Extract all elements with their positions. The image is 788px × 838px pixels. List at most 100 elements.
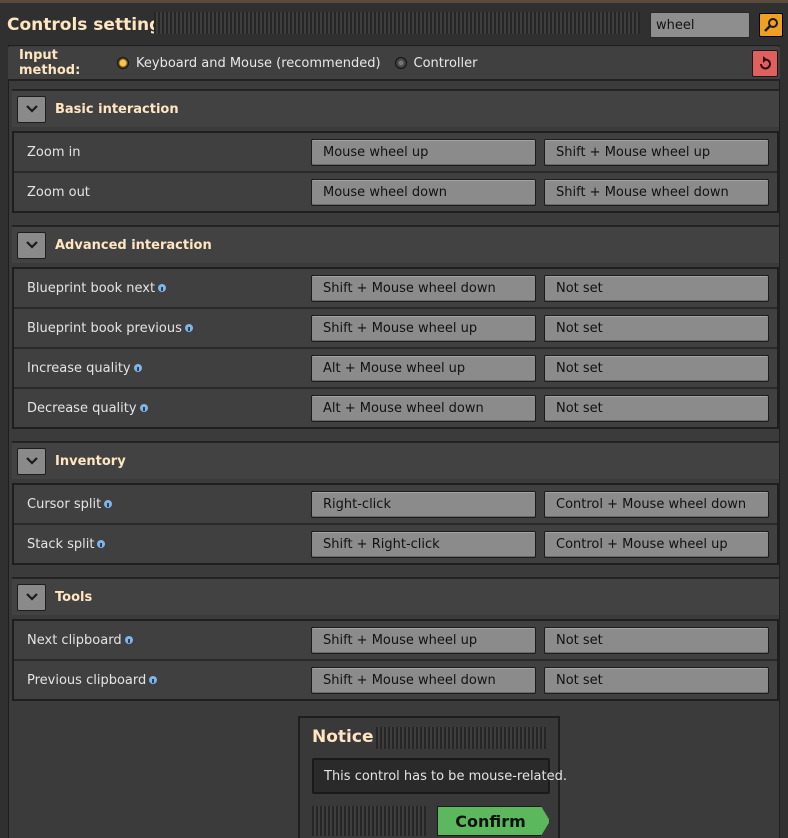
chevron-down-icon (25, 457, 38, 465)
section-title: Tools (55, 589, 93, 605)
secondary-binding-button[interactable]: Control + Mouse wheel down (544, 490, 769, 518)
secondary-binding-button[interactable]: Not set (544, 314, 769, 342)
binding-row: Decrease quality Alt + Mouse wheel down … (14, 389, 777, 427)
primary-binding-button[interactable]: Shift + Mouse wheel up (311, 314, 536, 342)
binding-list: Next clipboard Shift + Mouse wheel up No… (12, 619, 779, 701)
info-icon[interactable] (97, 540, 106, 548)
info-icon[interactable] (133, 364, 142, 372)
binding-label: Next clipboard (14, 633, 133, 648)
binding-label-text: Stack split (27, 536, 95, 552)
binding-label-text: Blueprint book next (27, 280, 156, 296)
confirm-button[interactable]: Confirm (437, 806, 550, 836)
primary-binding-button[interactable]: Mouse wheel down (311, 178, 536, 206)
binding-label-text: Zoom out (27, 184, 90, 200)
binding-row: Previous clipboard Shift + Mouse wheel d… (14, 661, 777, 699)
section-basic-interaction: Basic interaction Zoom in Mouse wheel up… (12, 89, 779, 213)
search-button[interactable] (759, 13, 783, 37)
info-icon[interactable] (158, 284, 167, 292)
input-method-label: Input method: (19, 48, 81, 78)
binding-label: Decrease quality (14, 401, 148, 416)
title-drag-handle[interactable] (154, 12, 640, 34)
secondary-binding-button[interactable]: Not set (544, 394, 769, 422)
info-icon[interactable] (149, 676, 158, 684)
section-title: Inventory (55, 453, 126, 469)
reset-button[interactable] (752, 50, 778, 77)
radio-controller[interactable] (394, 57, 407, 69)
section-inventory: Inventory Cursor split Right-click Contr… (12, 441, 779, 565)
binding-label: Zoom in (14, 145, 80, 160)
binding-list: Zoom in Mouse wheel up Shift + Mouse whe… (12, 131, 779, 213)
binding-label: Stack split (14, 536, 106, 552)
collapse-button[interactable] (17, 95, 46, 123)
secondary-binding-button[interactable]: Shift + Mouse wheel down (544, 178, 769, 206)
notice-title: Notice (312, 727, 374, 747)
binding-label-text: Next clipboard (27, 632, 122, 648)
primary-binding-button[interactable]: Shift + Mouse wheel up (311, 626, 536, 654)
magnifier-icon (764, 18, 778, 32)
binding-list: Cursor split Right-click Control + Mouse… (12, 483, 779, 565)
collapse-button[interactable] (17, 231, 46, 259)
binding-label-text: Cursor split (27, 496, 102, 512)
binding-row: Next clipboard Shift + Mouse wheel up No… (14, 621, 777, 661)
binding-label-text: Previous clipboard (27, 672, 147, 688)
secondary-binding-button[interactable]: Not set (544, 354, 769, 382)
info-icon[interactable] (184, 324, 193, 332)
binding-row: Stack split Shift + Right-click Control … (14, 525, 777, 563)
section-header: Tools (12, 577, 779, 615)
collapse-button[interactable] (17, 583, 46, 611)
binding-label-text: Zoom in (27, 144, 81, 160)
binding-row: Cursor split Right-click Control + Mouse… (14, 485, 777, 525)
primary-binding-button[interactable]: Alt + Mouse wheel up (311, 354, 536, 382)
primary-binding-button[interactable]: Shift + Mouse wheel down (311, 274, 536, 302)
binding-label: Zoom out (14, 185, 90, 200)
radio-keyboard-mouse[interactable] (117, 57, 129, 69)
binding-label: Blueprint book previous (14, 321, 193, 336)
secondary-binding-button[interactable]: Not set (544, 626, 769, 654)
section-title: Basic interaction (55, 101, 179, 117)
info-icon[interactable] (124, 636, 133, 644)
section-header: Basic interaction (12, 89, 779, 127)
binding-label-text: Decrease quality (27, 400, 137, 416)
binding-label: Blueprint book next (14, 280, 167, 296)
secondary-binding-button[interactable]: Not set (544, 666, 769, 694)
secondary-binding-button[interactable]: Shift + Mouse wheel up (544, 138, 769, 166)
primary-binding-button[interactable]: Shift + Right-click (311, 530, 536, 558)
notice-footer-drag-handle[interactable] (312, 806, 426, 836)
section-tools: Tools Next clipboard Shift + Mouse wheel… (12, 577, 779, 701)
controls-settings-window: Controls settings Input method: Keyboard… (0, 0, 788, 838)
primary-binding-button[interactable]: Right-click (311, 490, 536, 518)
radio-keyboard-mouse-label[interactable]: Keyboard and Mouse (recommended) (136, 56, 381, 71)
binding-label-text: Blueprint book previous (27, 320, 182, 336)
info-icon[interactable] (139, 404, 148, 412)
binding-row: Zoom out Mouse wheel down Shift + Mouse … (14, 173, 777, 211)
radio-controller-label[interactable]: Controller (414, 56, 478, 71)
binding-label: Previous clipboard (14, 672, 158, 688)
notice-message: This control has to be mouse-related. (312, 758, 567, 794)
notice-dialog: Notice This control has to be mouse-rela… (298, 716, 567, 838)
primary-binding-button[interactable]: Alt + Mouse wheel down (311, 394, 536, 422)
input-method-bar: Input method: Keyboard and Mouse (recomm… (8, 47, 780, 81)
chevron-down-icon (25, 105, 38, 113)
chevron-down-icon (25, 241, 38, 249)
section-header: Advanced interaction (12, 225, 779, 263)
binding-label: Cursor split (14, 496, 113, 512)
section-title: Advanced interaction (55, 237, 212, 253)
section-header: Inventory (12, 441, 779, 479)
secondary-binding-button[interactable]: Not set (544, 274, 769, 302)
binding-label: Increase quality (14, 361, 142, 376)
section-advanced-interaction: Advanced interaction Blueprint book next… (12, 225, 779, 429)
secondary-binding-button[interactable]: Control + Mouse wheel up (544, 530, 769, 558)
primary-binding-button[interactable]: Shift + Mouse wheel down (311, 666, 536, 694)
search-input[interactable] (650, 12, 750, 38)
binding-row: Blueprint book next Shift + Mouse wheel … (14, 269, 777, 309)
binding-row: Increase quality Alt + Mouse wheel up No… (14, 349, 777, 389)
notice-drag-handle[interactable] (376, 727, 546, 749)
reset-arrow-icon (760, 55, 771, 69)
chevron-down-icon (25, 593, 38, 601)
binding-row: Zoom in Mouse wheel up Shift + Mouse whe… (14, 133, 777, 173)
primary-binding-button[interactable]: Mouse wheel up (311, 138, 536, 166)
binding-list: Blueprint book next Shift + Mouse wheel … (12, 267, 779, 429)
window-title: Controls settings (7, 15, 172, 35)
collapse-button[interactable] (17, 447, 46, 475)
info-icon[interactable] (104, 500, 113, 508)
